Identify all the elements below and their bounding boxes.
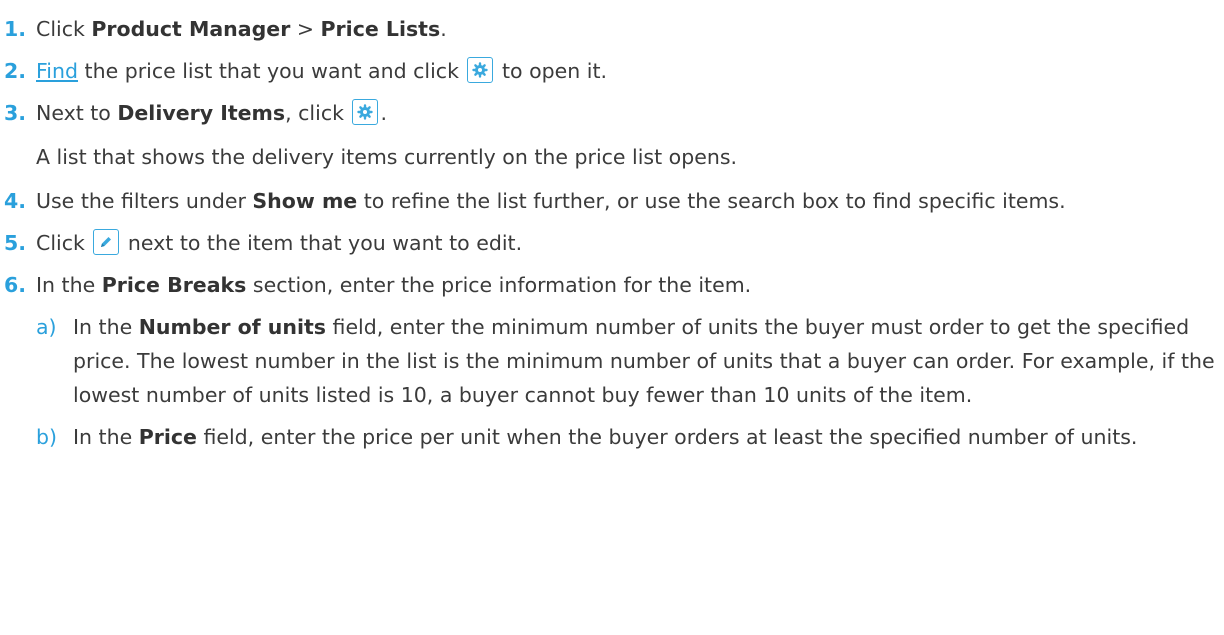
separator: >	[290, 17, 321, 41]
step-number: 4.	[4, 189, 27, 213]
step-3-result: A list that shows the delivery items cur…	[36, 145, 738, 169]
gear-icon	[357, 104, 374, 120]
substep-b: b) In the Price field, enter the price p…	[0, 420, 1224, 454]
step-text-end: to open it.	[495, 59, 608, 83]
step-text: Use the filters under	[36, 189, 253, 213]
settings-button[interactable]	[467, 57, 494, 83]
price-lists-label: Price Lists	[320, 17, 441, 41]
step-text-end: .	[440, 17, 447, 41]
substep-text: In the	[73, 315, 139, 339]
step-2: 2. Find the price list that you want and…	[0, 54, 1224, 88]
step-number: 2.	[4, 59, 27, 83]
step-number: 1.	[4, 17, 27, 41]
step-text: the price list that you want and click	[78, 59, 466, 83]
step-number: 6.	[4, 273, 27, 297]
step-text: Next to	[36, 101, 118, 125]
substep-a: a) In the Number of units field, enter t…	[0, 310, 1224, 412]
step-number: 3.	[4, 101, 27, 125]
show-me-label: Show me	[252, 189, 358, 213]
price-label: Price	[138, 425, 197, 449]
step-number: 5.	[4, 231, 27, 255]
substep-letter: a)	[36, 315, 57, 339]
find-link[interactable]: Find	[36, 59, 78, 83]
substep-text: In the	[73, 425, 139, 449]
edit-button[interactable]	[93, 229, 120, 255]
gear-icon	[472, 62, 489, 78]
step-6: 6. In the Price Breaks section, enter th…	[0, 268, 1224, 302]
step-text: In the	[36, 273, 102, 297]
number-of-units-label: Number of units	[138, 315, 327, 339]
step-text-end: to refine the list further, or use the s…	[357, 189, 1066, 213]
instructions: 1. Click Product Manager > Price Lists. …	[0, 0, 1224, 454]
step-text-end: next to the item that you want to edit.	[121, 231, 523, 255]
step-3: 3. Next to Delivery Items, click .	[0, 96, 1224, 130]
product-manager-label: Product Manager	[91, 17, 291, 41]
step-1: 1. Click Product Manager > Price Lists.	[0, 12, 1224, 46]
step-text: Click	[36, 231, 92, 255]
step-text-end: .	[380, 101, 388, 125]
step-4: 4. Use the filters under Show me to refi…	[0, 184, 1224, 218]
step-text-mid: , click	[285, 101, 351, 125]
substep-letter: b)	[36, 425, 58, 449]
pencil-icon	[101, 237, 112, 247]
settings-button[interactable]	[352, 99, 379, 125]
substep-text-end: field, enter the price per unit when the…	[196, 425, 1138, 449]
price-breaks-label: Price Breaks	[101, 273, 247, 297]
step-5: 5. Click next to the item that you want …	[0, 226, 1224, 260]
step-text: Click	[36, 17, 92, 41]
delivery-items-label: Delivery Items	[117, 101, 286, 125]
step-text-end: section, enter the price information for…	[246, 273, 752, 297]
